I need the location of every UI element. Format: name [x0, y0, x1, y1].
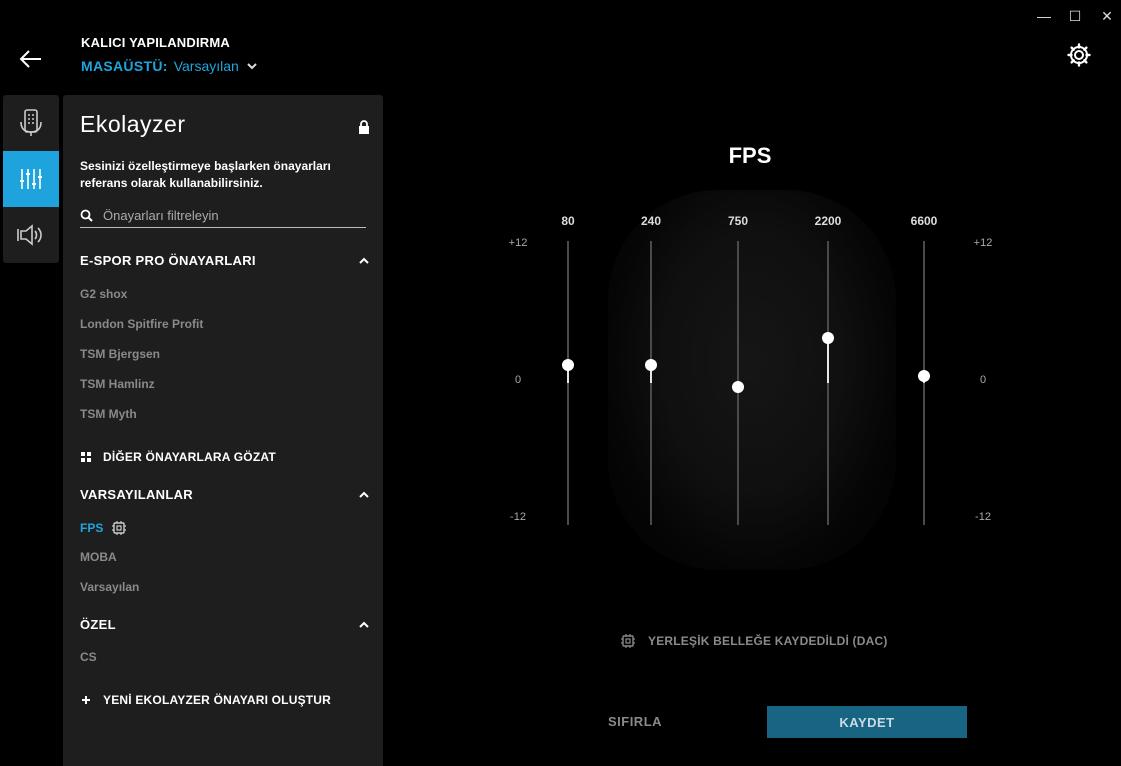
- db-label-bottom-left: -12: [510, 511, 526, 523]
- minimize-button[interactable]: —: [1033, 6, 1055, 26]
- rail-equalizer-button[interactable]: [3, 151, 59, 207]
- eq-slider-knob[interactable]: [645, 359, 657, 372]
- saved-status-label: YERLEŞİK BELLEĞE KAYDEDİLDİ (DAC): [648, 634, 888, 648]
- eq-slider-knob[interactable]: [562, 359, 574, 372]
- eq-slider-knob[interactable]: [822, 332, 834, 345]
- section-header-custom[interactable]: ÖZEL: [80, 617, 370, 632]
- db-label-mid-left: 0: [514, 374, 522, 386]
- db-label-bottom-right: -12: [975, 511, 991, 523]
- reset-button[interactable]: SIFIRLA: [594, 706, 676, 736]
- minimize-icon: —: [1037, 8, 1051, 24]
- gear-icon: [1067, 43, 1091, 67]
- preset-item-label: FPS: [80, 521, 104, 535]
- maximize-icon: ☐: [1068, 7, 1082, 24]
- eq-slider-knob[interactable]: [918, 369, 930, 382]
- preset-search: [80, 203, 366, 228]
- eq-slider-knob[interactable]: [732, 380, 744, 393]
- browse-presets-button[interactable]: DİĞER ÖNAYARLARA GÖZAT: [80, 450, 276, 464]
- eq-title: FPS: [728, 143, 772, 168]
- save-button[interactable]: KAYDET: [767, 706, 967, 738]
- equalizer-icon: [20, 169, 42, 189]
- chip-icon: [112, 521, 127, 535]
- saved-status: YERLEŞİK BELLEĞE KAYDEDİLDİ (DAC): [620, 633, 888, 649]
- speaker-icon: [17, 224, 42, 246]
- eq-slider-track[interactable]: [567, 241, 569, 525]
- preset-item[interactable]: CS: [80, 650, 97, 664]
- arrow-left-icon: [19, 50, 41, 68]
- back-button[interactable]: [18, 46, 44, 72]
- eq-slider-track[interactable]: [827, 241, 829, 525]
- chevron-up-icon: [359, 621, 369, 628]
- eq-slider-fill: [827, 338, 829, 383]
- eq-band-freq-label: 2200: [814, 214, 842, 228]
- chip-icon: [621, 634, 635, 648]
- create-label: YENİ EKOLAYZER ÖNAYARI OLUŞTUR: [103, 693, 332, 707]
- db-label-mid-right: 0: [979, 374, 987, 386]
- preset-item[interactable]: MOBA: [80, 550, 117, 564]
- section-header-esports[interactable]: E-SPOR PRO ÖNAYARLARI: [80, 253, 370, 268]
- search-icon: [80, 209, 93, 222]
- preset-item-fps[interactable]: FPS: [80, 520, 127, 536]
- rail-speaker-button[interactable]: [3, 207, 59, 263]
- preset-item[interactable]: TSM Myth: [80, 407, 137, 421]
- preset-panel: Ekolayzer Sesinizi özelleştirmeye başlar…: [63, 95, 383, 766]
- profile-value: Varsayılan: [173, 58, 239, 74]
- panel-description: Sesinizi özelleştirmeye başlarken önayar…: [80, 159, 331, 190]
- close-icon: ✕: [1101, 7, 1113, 24]
- preset-item[interactable]: London Spitfire Profit: [80, 317, 203, 331]
- eq-slider-track[interactable]: [650, 241, 652, 525]
- section-title: ÖZEL: [80, 617, 116, 632]
- preset-item[interactable]: TSM Bjergsen: [80, 347, 160, 361]
- panel-title: Ekolayzer: [80, 111, 186, 137]
- eq-slider-track[interactable]: [923, 241, 925, 525]
- chevron-up-icon: [359, 257, 369, 264]
- preset-item[interactable]: Varsayılan: [80, 580, 139, 594]
- db-label-top-right: +12: [973, 237, 993, 249]
- preset-item[interactable]: G2 shox: [80, 287, 127, 301]
- plus-icon: [82, 696, 90, 704]
- device-icon: [20, 109, 42, 136]
- create-preset-button[interactable]: YENİ EKOLAYZER ÖNAYARI OLUŞTUR: [80, 693, 331, 707]
- grid-icon: [81, 452, 91, 462]
- chevron-up-icon: [359, 491, 369, 498]
- preset-item[interactable]: TSM Hamlinz: [80, 377, 155, 391]
- close-button[interactable]: ✕: [1096, 6, 1118, 26]
- db-label-top-left: +12: [508, 237, 528, 249]
- section-header-defaults[interactable]: VARSAYILANLAR: [80, 487, 370, 502]
- eq-band-freq-label: 80: [561, 214, 575, 228]
- section-title: VARSAYILANLAR: [80, 487, 193, 502]
- rail-device-button[interactable]: [3, 95, 59, 151]
- lock-icon: [359, 120, 369, 134]
- page-title: KALICI YAPILANDIRMA: [81, 35, 230, 50]
- eq-band-freq-label: 6600: [910, 214, 938, 228]
- search-input[interactable]: [101, 206, 355, 224]
- section-title: E-SPOR PRO ÖNAYARLARI: [80, 253, 256, 268]
- chevron-down-icon: [247, 63, 257, 70]
- maximize-button[interactable]: ☐: [1064, 6, 1086, 26]
- settings-button[interactable]: [1066, 42, 1092, 68]
- left-rail: [3, 95, 59, 263]
- eq-band-freq-label: 240: [640, 214, 662, 228]
- profile-selector[interactable]: MASAÜSTÜ: Varsayılan: [81, 58, 259, 74]
- browse-label: DİĞER ÖNAYARLARA GÖZAT: [103, 450, 276, 464]
- eq-band-freq-label: 750: [727, 214, 749, 228]
- profile-label: MASAÜSTÜ:: [81, 58, 168, 74]
